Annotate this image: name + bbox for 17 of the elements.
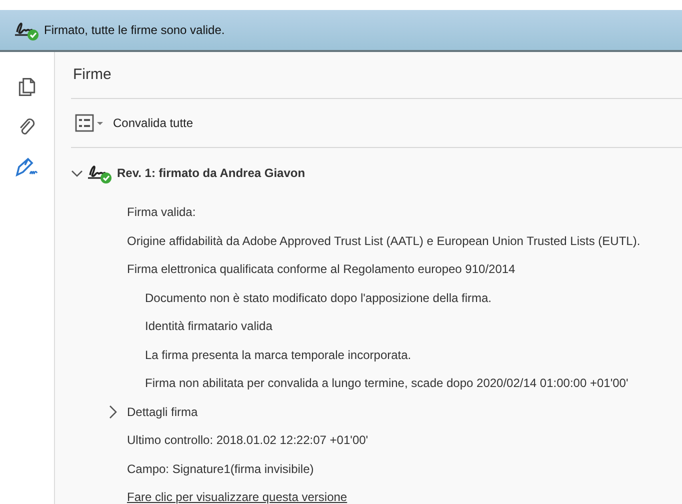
signature-title[interactable]: Rev. 1: firmato da Andrea Giavon <box>117 166 306 180</box>
detail-text: Firma elettronica qualificata conforme al Regolamento europeo 910/2014 <box>127 262 516 276</box>
detail-text: Origine affidabilità da Adobe Approved Trust List (AATL) e European Union Trusted Lists (EUTL). <box>127 234 640 248</box>
detail-text: Ultimo controllo: 2018.01.02 12:22:07 +01'00' <box>127 433 368 448</box>
detail-text: Firma valida: <box>127 205 196 220</box>
detail-text: Firma non abilitata per convalida a lungo termine, scade dopo 2020/02/14 01:00:00 +01'00' <box>145 376 628 390</box>
view-version-link[interactable]: Fare clic per visualizzare questa versione <box>127 490 348 504</box>
options-menu-button[interactable] <box>75 114 105 132</box>
detail-text: La firma presenta la marca temporale incorporata. <box>145 348 412 362</box>
details-toggle[interactable]: Dettagli firma <box>127 404 198 419</box>
banner-message: Firmato, tutte le firme sono valide. <box>44 23 225 37</box>
detail-text: Campo: Signature1(firma invisibile) <box>127 462 314 476</box>
validate-all-button[interactable]: Convalida tutte <box>113 116 194 130</box>
panel-title: Firme <box>71 52 682 99</box>
detail-text: Documento non è stato modificato dopo l'apposizione della firma. <box>145 290 492 305</box>
chevron-icon[interactable] <box>107 404 119 419</box>
detail-text: Identità firmatario valida <box>145 319 272 334</box>
